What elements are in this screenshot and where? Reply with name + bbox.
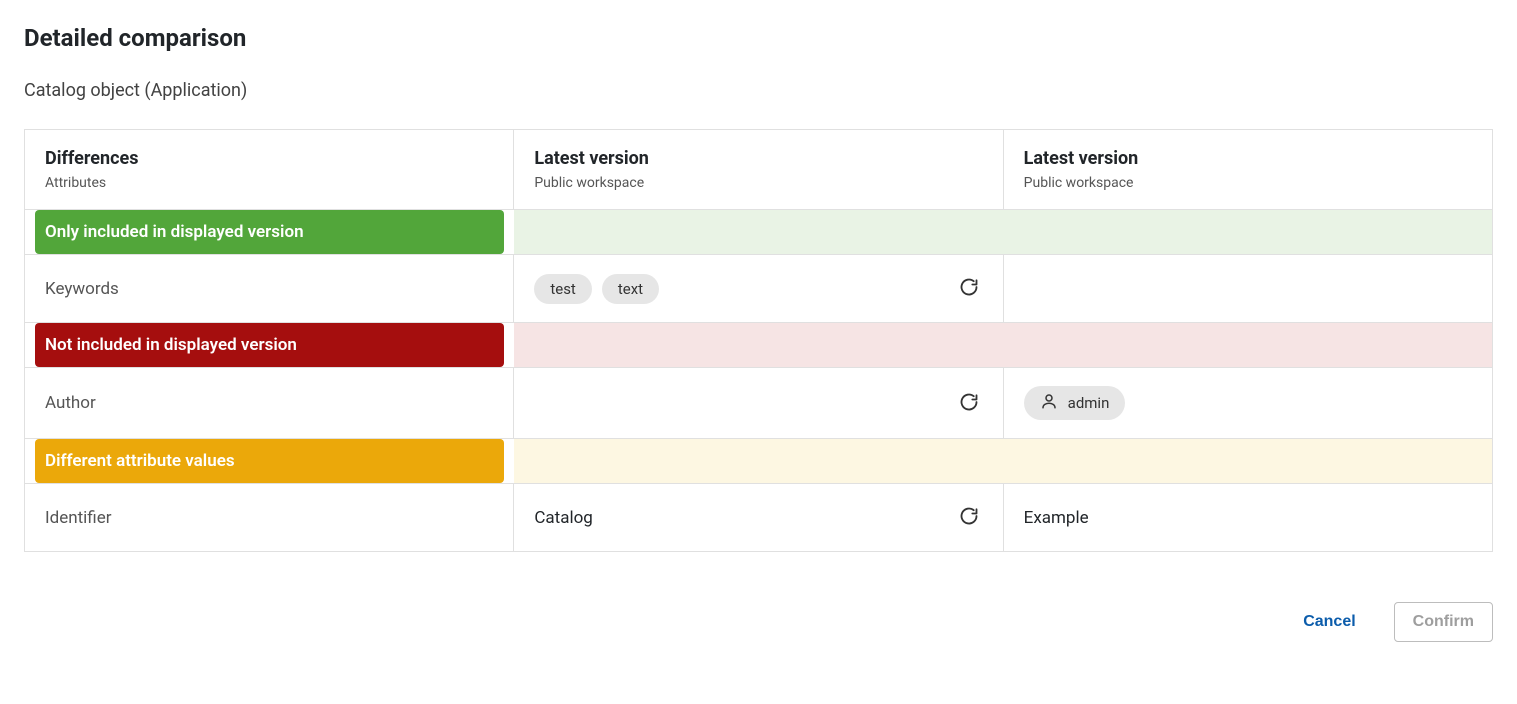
keyword-chip[interactable]: text — [602, 274, 659, 304]
refresh-button[interactable] — [955, 502, 983, 533]
col-header-title: Latest version — [534, 148, 982, 169]
footer-actions: Cancel Confirm — [24, 602, 1493, 642]
identifier-left-value: Catalog — [534, 508, 593, 528]
section-badge-not-included: Not included in displayed version — [35, 323, 504, 367]
col-header-right: Latest version Public workspace — [1003, 130, 1492, 210]
col-header-sub: Attributes — [45, 175, 493, 191]
refresh-button[interactable] — [955, 273, 983, 304]
section-row-different: Different attribute values — [25, 439, 1493, 484]
section-badge-different: Different attribute values — [35, 439, 504, 483]
refresh-icon — [959, 506, 979, 529]
page-subtitle: Catalog object (Application) — [24, 80, 1493, 101]
identifier-right-value: Example — [1024, 508, 1089, 528]
col-header-sub: Public workspace — [534, 175, 982, 191]
col-header-title: Differences — [45, 148, 493, 169]
section-row-not-included: Not included in displayed version — [25, 323, 1493, 368]
section-row-only-included: Only included in displayed version — [25, 210, 1493, 255]
confirm-button[interactable]: Confirm — [1394, 602, 1493, 642]
attr-label-author: Author — [45, 393, 96, 413]
keyword-chip[interactable]: test — [534, 274, 592, 304]
attr-label-keywords: Keywords — [45, 279, 119, 299]
attr-label-identifier: Identifier — [45, 508, 112, 528]
row-author: Author admin — [25, 368, 1493, 439]
col-header-title: Latest version — [1024, 148, 1472, 169]
row-keywords: Keywords test text — [25, 255, 1493, 323]
cancel-button[interactable]: Cancel — [1285, 603, 1373, 641]
col-header-left: Latest version Public workspace — [514, 130, 1003, 210]
refresh-button[interactable] — [955, 388, 983, 419]
col-header-differences: Differences Attributes — [25, 130, 514, 210]
table-header-row: Differences Attributes Latest version Pu… — [25, 130, 1493, 210]
refresh-icon — [959, 277, 979, 300]
person-icon — [1040, 392, 1058, 414]
col-header-sub: Public workspace — [1024, 175, 1472, 191]
keywords-chip-group: test text — [534, 274, 659, 304]
row-identifier: Identifier Catalog Example — [25, 484, 1493, 552]
page-title: Detailed comparison — [24, 24, 1493, 52]
author-chip-label: admin — [1068, 394, 1110, 412]
comparison-table: Differences Attributes Latest version Pu… — [24, 129, 1493, 552]
section-badge-only-included: Only included in displayed version — [35, 210, 504, 254]
refresh-icon — [959, 392, 979, 415]
author-chip[interactable]: admin — [1024, 386, 1126, 420]
